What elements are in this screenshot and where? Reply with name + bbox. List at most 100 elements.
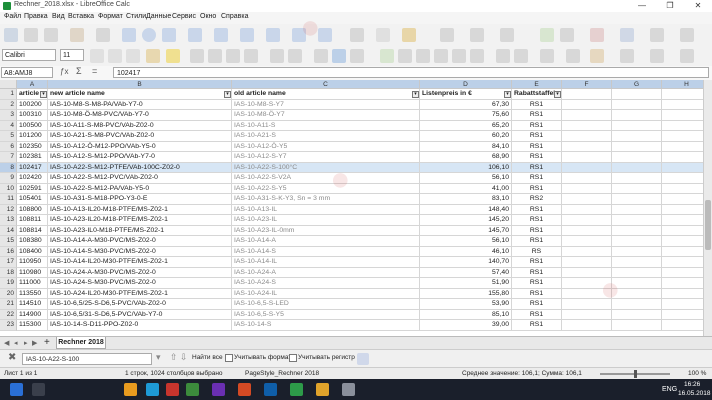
highlight-icon[interactable]	[166, 49, 180, 63]
cell-rabattstaffel[interactable]: RS1	[512, 99, 562, 110]
menu-view[interactable]: Вид	[52, 13, 65, 20]
find-previous-icon[interactable]: ⇧	[170, 352, 178, 363]
row-header[interactable]: 2	[0, 99, 17, 110]
valign-bottom-icon[interactable]	[350, 49, 364, 63]
selection-summary[interactable]: Среднее значение: 106,1; Сумма: 106,1	[462, 370, 582, 377]
empty-cell[interactable]	[612, 204, 662, 215]
clock-date[interactable]: 16.05.2018	[678, 390, 711, 397]
filter-dropdown-d-icon[interactable]: ▾	[504, 91, 511, 98]
cell-listenpreis[interactable]: 56,10	[420, 173, 512, 184]
cell-old-article-name[interactable]: IAS-10-A14-IL	[232, 257, 420, 268]
cell-article[interactable]: 102381	[17, 152, 48, 163]
row-header[interactable]: 6	[0, 141, 17, 152]
sum-icon[interactable]: Σ	[76, 66, 82, 76]
cell-article[interactable]: 108800	[17, 204, 48, 215]
valign-center-icon[interactable]	[332, 49, 346, 63]
wrap-icon[interactable]	[270, 49, 284, 63]
empty-cell[interactable]	[562, 141, 612, 152]
cell-new-article-name[interactable]: IAS-10-A23-IL20-M18-PTFE/MS-Z02-1	[48, 215, 232, 226]
row-header[interactable]: 1	[0, 89, 17, 100]
clock-time[interactable]: 16:26	[684, 381, 700, 388]
outdent-icon[interactable]	[514, 49, 528, 63]
cell-listenpreis[interactable]: 53,90	[420, 299, 512, 310]
cell-rabattstaffel[interactable]: RS1	[512, 257, 562, 268]
cell-rabattstaffel[interactable]: RS1	[512, 162, 562, 173]
align-right-icon[interactable]	[226, 49, 240, 63]
cell-rabattstaffel[interactable]: RS1	[512, 131, 562, 142]
row-header[interactable]: 20	[0, 288, 17, 299]
chart-icon[interactable]	[680, 28, 694, 42]
cell-rabattstaffel[interactable]: RS1	[512, 320, 562, 331]
app-icon-purple[interactable]	[212, 383, 225, 396]
cell-old-article-name[interactable]: IAS-10-A14-A	[232, 236, 420, 247]
language-indicator[interactable]: ENG	[662, 386, 677, 393]
cell-new-article-name[interactable]: IAS-10-A24-A-M30-PVC/MS-Z02-0	[48, 267, 232, 278]
align-left-icon[interactable]	[190, 49, 204, 63]
block-arrows-icon[interactable]	[240, 28, 254, 42]
empty-cell[interactable]	[612, 215, 662, 226]
empty-cell[interactable]	[562, 183, 612, 194]
first-sheet-icon[interactable]: ◀	[4, 339, 9, 347]
row-header[interactable]: 15	[0, 236, 17, 247]
cell-new-article-name[interactable]: IAS-10-A24-IL20-M30-PTFE/MS-Z02-1	[48, 288, 232, 299]
zoom-level[interactable]: 100 %	[688, 370, 706, 377]
row-header[interactable]: 12	[0, 204, 17, 215]
cell-old-article-name[interactable]: IAS-10-A12-S-Y7	[232, 152, 420, 163]
font-color-icon[interactable]	[146, 49, 160, 63]
filter-dropdown-e-icon[interactable]: ▾	[554, 91, 561, 98]
row-header[interactable]: 7	[0, 152, 17, 163]
border-style-icon[interactable]	[566, 49, 580, 63]
cell-old-article-name[interactable]: IAS-10-A21-S	[232, 131, 420, 142]
empty-cell[interactable]	[562, 320, 612, 331]
rectangle-icon[interactable]	[122, 28, 136, 42]
vertical-scrollbar[interactable]	[703, 80, 712, 336]
background-color-icon[interactable]	[590, 49, 604, 63]
menu-edit[interactable]: Правка	[24, 13, 48, 20]
cell-listenpreis[interactable]: 56,10	[420, 236, 512, 247]
cell-rabattstaffel[interactable]: RS1	[512, 288, 562, 299]
align-icon[interactable]	[470, 28, 484, 42]
font-size-box[interactable]: 11	[60, 49, 84, 61]
browser-icon[interactable]	[146, 383, 159, 396]
empty-cell[interactable]	[562, 120, 612, 131]
cell-rabattstaffel[interactable]: RS1	[512, 267, 562, 278]
match-case-checkbox[interactable]	[289, 354, 297, 362]
cell-listenpreis[interactable]: 84,10	[420, 141, 512, 152]
close-find-icon[interactable]: ✖	[8, 352, 16, 363]
filter-dropdown-a-icon[interactable]: ▾	[40, 91, 47, 98]
next-sheet-icon[interactable]: ▸	[24, 339, 28, 347]
cell-article[interactable]: 108814	[17, 225, 48, 236]
line-icon[interactable]	[24, 28, 38, 42]
cell-old-article-name[interactable]: IAS-10-6,5-S-LED	[232, 299, 420, 310]
cell-listenpreis[interactable]: 60,20	[420, 131, 512, 142]
menu-tools[interactable]: Сервис	[172, 13, 196, 20]
export-icon[interactable]	[560, 28, 574, 42]
empty-cell[interactable]	[562, 131, 612, 142]
sheet-tab-rechner-2018[interactable]: Rechner 2018	[56, 337, 106, 349]
menu-styles[interactable]: Стили	[126, 13, 146, 20]
cell-new-article-name[interactable]: IAS-10-M8-Ö-M8-PVC/VAb-Y7-0	[48, 110, 232, 121]
row-header[interactable]: 5	[0, 131, 17, 142]
cell-old-article-name[interactable]: IAS-10-A24-IL	[232, 288, 420, 299]
conditional-icon[interactable]	[620, 49, 634, 63]
cell-new-article-name[interactable]: IAS-10-A22-S-M12-PA/VAb-Y5-0	[48, 183, 232, 194]
empty-cell[interactable]	[562, 204, 612, 215]
cell-old-article-name[interactable]: IAS-10-A31-S-K-Y3, Sn = 3 mm	[232, 194, 420, 205]
cell-listenpreis[interactable]: 155,80	[420, 288, 512, 299]
empty-cell[interactable]	[562, 110, 612, 121]
percent-icon[interactable]	[398, 49, 412, 63]
cell-old-article-name[interactable]: IAS-10-A24-S	[232, 278, 420, 289]
find-all-button[interactable]: Найти все	[192, 354, 223, 361]
empty-cell[interactable]	[612, 131, 662, 142]
cell-article[interactable]: 108811	[17, 215, 48, 226]
empty-cell[interactable]	[562, 246, 612, 257]
empty-cell[interactable]	[562, 236, 612, 247]
maximize-button[interactable]: ❐	[656, 0, 684, 12]
empty-cell[interactable]	[562, 278, 612, 289]
row-header[interactable]: 16	[0, 246, 17, 257]
menu-data[interactable]: Данные	[146, 13, 171, 20]
cell-listenpreis[interactable]: 75,60	[420, 110, 512, 121]
cell-listenpreis[interactable]: 39,00	[420, 320, 512, 331]
empty-cell[interactable]	[612, 236, 662, 247]
align-center-icon[interactable]	[208, 49, 222, 63]
